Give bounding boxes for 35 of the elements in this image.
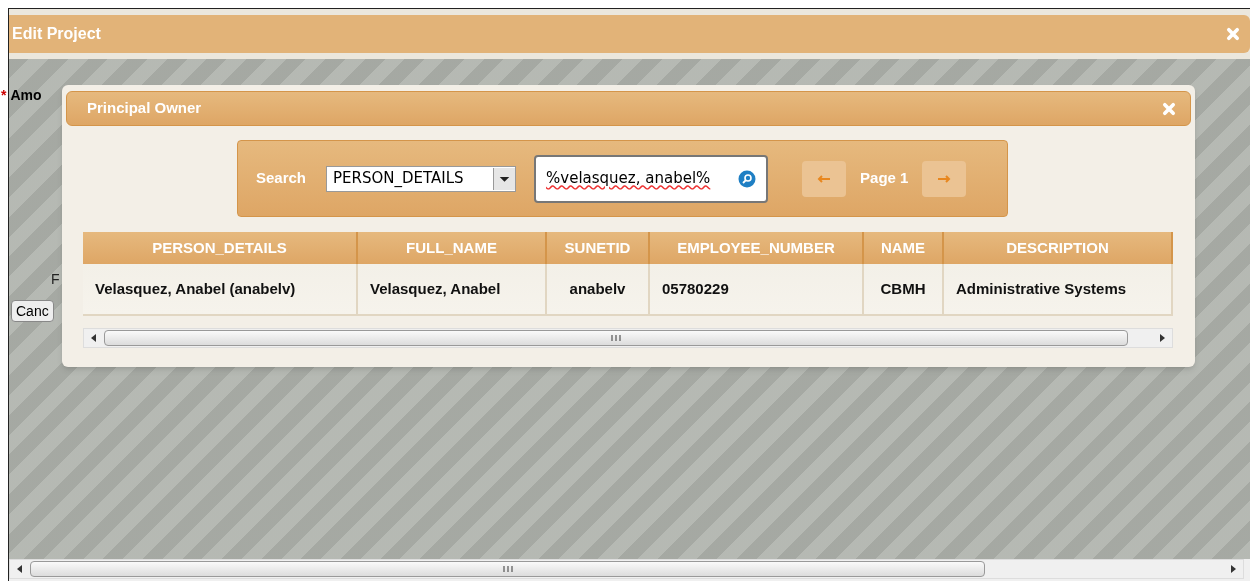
column-header[interactable]: NAME [864, 232, 944, 264]
search-icon[interactable] [738, 169, 757, 188]
cancel-button[interactable]: Canc [11, 300, 54, 322]
search-label: Search [256, 168, 307, 189]
scroll-thumb[interactable] [104, 330, 1128, 346]
table-cell: CBMH [864, 264, 944, 316]
table-cell: 05780229 [650, 264, 864, 316]
page-scrollbar[interactable] [9, 559, 1244, 579]
grip-icon [610, 334, 622, 342]
grip-icon [501, 565, 514, 573]
table-cell: Velasquez, Anabel [358, 264, 547, 316]
column-header[interactable]: DESCRIPTION [944, 232, 1173, 264]
scroll-thumb[interactable] [30, 561, 985, 577]
field-label: Amo [10, 86, 42, 105]
table-cell: Velasquez, Anabel (anabelv) [83, 264, 358, 316]
close-icon[interactable] [1226, 27, 1240, 41]
page-label: Page 1 [860, 168, 909, 189]
field-label: F [51, 270, 60, 289]
close-icon[interactable] [1162, 101, 1176, 116]
column-header[interactable]: SUNETID [547, 232, 650, 264]
previous-page-button[interactable] [802, 160, 847, 197]
next-page-button[interactable] [922, 160, 967, 197]
required-mark: * [1, 86, 7, 105]
column-select[interactable]: PERSON_DETAILS [326, 165, 517, 192]
arrow-right-icon [937, 173, 952, 184]
table-scrollbar[interactable] [83, 328, 1173, 348]
table-cell: anabelv [547, 264, 650, 316]
arrow-left-icon [817, 173, 832, 184]
column-header[interactable]: FULL_NAME [358, 232, 547, 264]
table-cell: Administrative Systems [944, 264, 1173, 316]
search-field[interactable]: %velasquez, anabel% [534, 154, 769, 203]
column-header[interactable]: PERSON_DETAILS [83, 232, 358, 264]
dialog-title: Edit Project [12, 24, 101, 44]
column-header[interactable]: EMPLOYEE_NUMBER [650, 232, 864, 264]
dialog-title: Principal Owner [87, 98, 202, 119]
